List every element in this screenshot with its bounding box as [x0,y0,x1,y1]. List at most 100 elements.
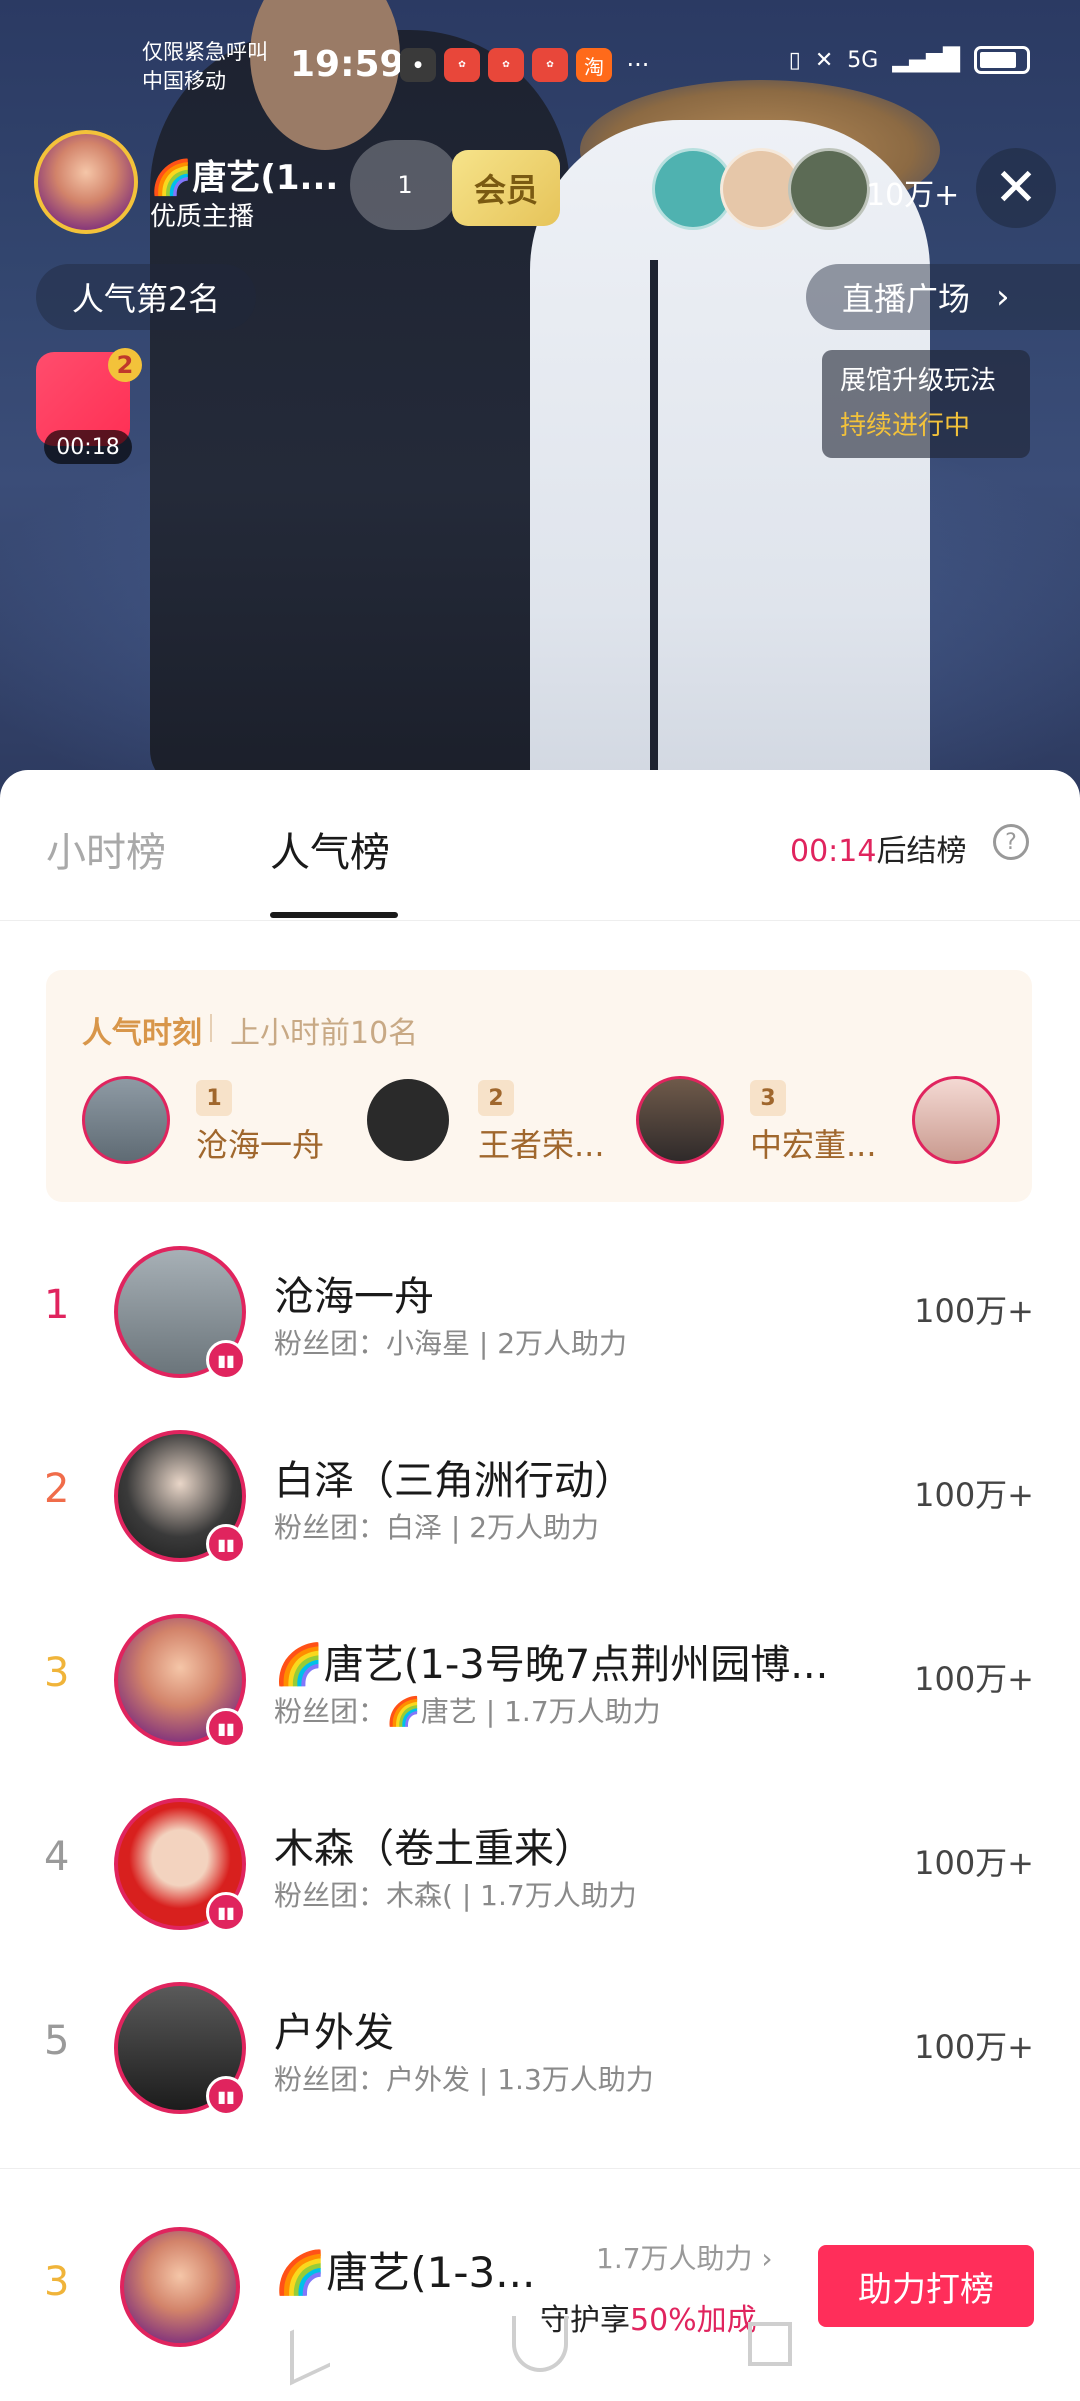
moment-avatar[interactable] [82,1076,170,1164]
help-icon[interactable]: ? [993,824,1029,860]
close-icon: ✕ [994,158,1038,218]
wechat-icon: ● [400,48,436,82]
event-status: 持续进行中 [840,411,971,441]
carrier-info: 仅限紧急呼叫 中国移动 [142,38,268,96]
taobao-icon: 淘 [576,48,612,82]
close-button[interactable]: ✕ [976,148,1056,228]
countdown: 00:14后结榜 [790,826,966,870]
rank-name: 白泽（三角洲行动） [274,1458,634,1504]
rank-fan-club: 粉丝团：白泽 | 2万人助力 [274,1511,600,1544]
event-banner[interactable]: 展馆升级玩法 持续进行中 [822,350,1030,458]
my-rank-name: 🌈唐艺(1-3... [274,2248,536,2297]
rank-fan-club: 粉丝团：小海星 | 2万人助力 [274,1327,628,1360]
live-indicator-icon: ▮▮ [206,1524,246,1564]
no-signal-icon: ✕ [814,47,834,73]
back-icon[interactable] [290,2312,330,2386]
huawei-icon: ✿ [444,48,480,82]
viewer-avatar[interactable] [788,148,870,230]
ranking-sheet: 小时榜 人气榜 00:14后结榜 ? 人气时刻 上小时前10名 1 沧海一舟 2… [0,770,1080,2400]
moment-name: 沧海一舟 [196,1126,325,1164]
rank-name: 🌈唐艺(1-3号晚7点荆州园博... [274,1642,829,1688]
countdown-suffix: 后结榜 [876,834,967,869]
live-indicator-icon: ▮▮ [206,1892,246,1932]
ranking-tabs: 小时榜 人气榜 00:14后结榜 ? [0,770,1080,921]
moment-rank: 3 [750,1080,786,1116]
host-avatar[interactable] [34,130,138,234]
moment-title: 人气时刻 [82,1016,202,1051]
battery-icon [974,46,1030,74]
live-indicator-icon: ▮▮ [206,1708,246,1748]
moment-rank: 2 [478,1080,514,1116]
red-packet-widget[interactable]: 2 00:18 [36,348,142,464]
carrier-line-2: 中国移动 [142,69,226,93]
my-rank-number: 3 [44,2259,70,2305]
moment-rank: 1 [196,1080,232,1116]
network-type: 5G [847,47,879,73]
rank-score: 100万+ [914,2028,1034,2066]
rank-fan-club: 粉丝团：🌈唐艺 | 1.7万人助力 [274,1695,661,1728]
chevron-right-icon: › [996,277,1010,317]
system-nav-bar [0,2300,1080,2400]
vip-badge[interactable]: 会员 [452,150,560,226]
rank-number: 5 [44,2018,70,2064]
huawei-icon: ✿ [532,48,568,82]
more-dots-icon: ··· [626,51,650,79]
viewer-count[interactable]: 10万+ [866,170,959,214]
popularity-rank-chip[interactable]: 人气第2名 [36,264,256,330]
ranking-row[interactable]: 5 ▮▮ 户外发 粉丝团：户外发 | 1.3万人助力 100万+ [0,1954,1080,2138]
red-packet-count: 2 [108,348,142,382]
viewer-avatars[interactable] [652,148,870,230]
signal-icon: ▂▄▆█ [892,47,960,73]
coat-zipper [650,260,658,800]
popularity-moment-card[interactable]: 人气时刻 上小时前10名 1 沧海一舟 2 王者荣... 3 中宏董... [46,970,1032,1202]
live-plaza-label: 直播广场 [842,280,971,318]
rank-score: 100万+ [914,1660,1034,1698]
heart-like-icon[interactable]: 1 [350,140,460,230]
active-tab-indicator [270,912,398,918]
tab-hourly[interactable]: 小时榜 [46,820,166,878]
moment-subtitle: 上小时前10名 [230,1016,419,1051]
divider [210,1014,212,1042]
rank-name: 沧海一舟 [274,1274,434,1320]
support-count-link[interactable]: 1.7万人助力 › [596,2237,773,2277]
moment-avatar[interactable] [364,1076,452,1164]
ranking-row[interactable]: 2 ▮▮ 白泽（三角洲行动） 粉丝团：白泽 | 2万人助力 100万+ [0,1402,1080,1586]
host-name: 🌈唐艺(1... [150,158,339,198]
countdown-time: 00:14 [790,834,877,869]
rank-number: 1 [44,1282,70,1328]
status-bar: 仅限紧急呼叫 中国移动 19:59 ● ✿ ✿ ✿ 淘 ··· ▯ ✕ 5G ▂… [0,0,1080,110]
carrier-line-1: 仅限紧急呼叫 [142,40,268,64]
rank-fan-club: 粉丝团：木森( | 1.7万人助力 [274,1879,637,1912]
tab-popularity[interactable]: 人气榜 [270,820,390,878]
rank-name: 木森（卷土重来） [274,1826,594,1872]
moment-avatar[interactable] [636,1076,724,1164]
ranking-row[interactable]: 3 ▮▮ 🌈唐艺(1-3号晚7点荆州园博... 粉丝团：🌈唐艺 | 1.7万人助… [0,1586,1080,1770]
home-icon[interactable] [512,2316,568,2372]
moment-name: 王者荣... [478,1126,605,1164]
red-packet-timer: 00:18 [44,430,132,464]
event-title: 展馆升级玩法 [840,366,997,396]
vibrate-icon: ▯ [788,47,801,73]
rank-score: 100万+ [914,1292,1034,1330]
rank-fan-club: 粉丝团：户外发 | 1.3万人助力 [274,2063,654,2096]
likes-count: 1 [397,171,413,199]
moment-avatar[interactable] [912,1076,1000,1164]
live-indicator-icon: ▮▮ [206,2076,246,2116]
status-clock: 19:59 [290,44,405,85]
ranking-row[interactable]: 4 ▮▮ 木森（卷土重来） 粉丝团：木森( | 1.7万人助力 100万+ [0,1770,1080,1954]
rank-number: 3 [44,1650,70,1696]
host-tag: 优质主播 [150,202,255,232]
system-icons: ▯ ✕ 5G ▂▄▆█ [789,46,1030,74]
live-indicator-icon: ▮▮ [206,1340,246,1380]
recent-apps-icon[interactable] [748,2322,792,2366]
ranking-row[interactable]: 1 ▮▮ 沧海一舟 粉丝团：小海星 | 2万人助力 100万+ [0,1218,1080,1402]
moment-name: 中宏董... [750,1126,877,1164]
rank-number: 2 [44,1466,70,1512]
notification-icons: ● ✿ ✿ ✿ 淘 ··· [400,48,656,82]
live-plaza-button[interactable]: 直播广场 › [806,264,1080,330]
moment-item[interactable] [912,1076,1004,1166]
huawei-icon: ✿ [488,48,524,82]
rank-score: 100万+ [914,1476,1034,1514]
rank-score: 100万+ [914,1844,1034,1882]
rank-name: 户外发 [274,2010,394,2056]
